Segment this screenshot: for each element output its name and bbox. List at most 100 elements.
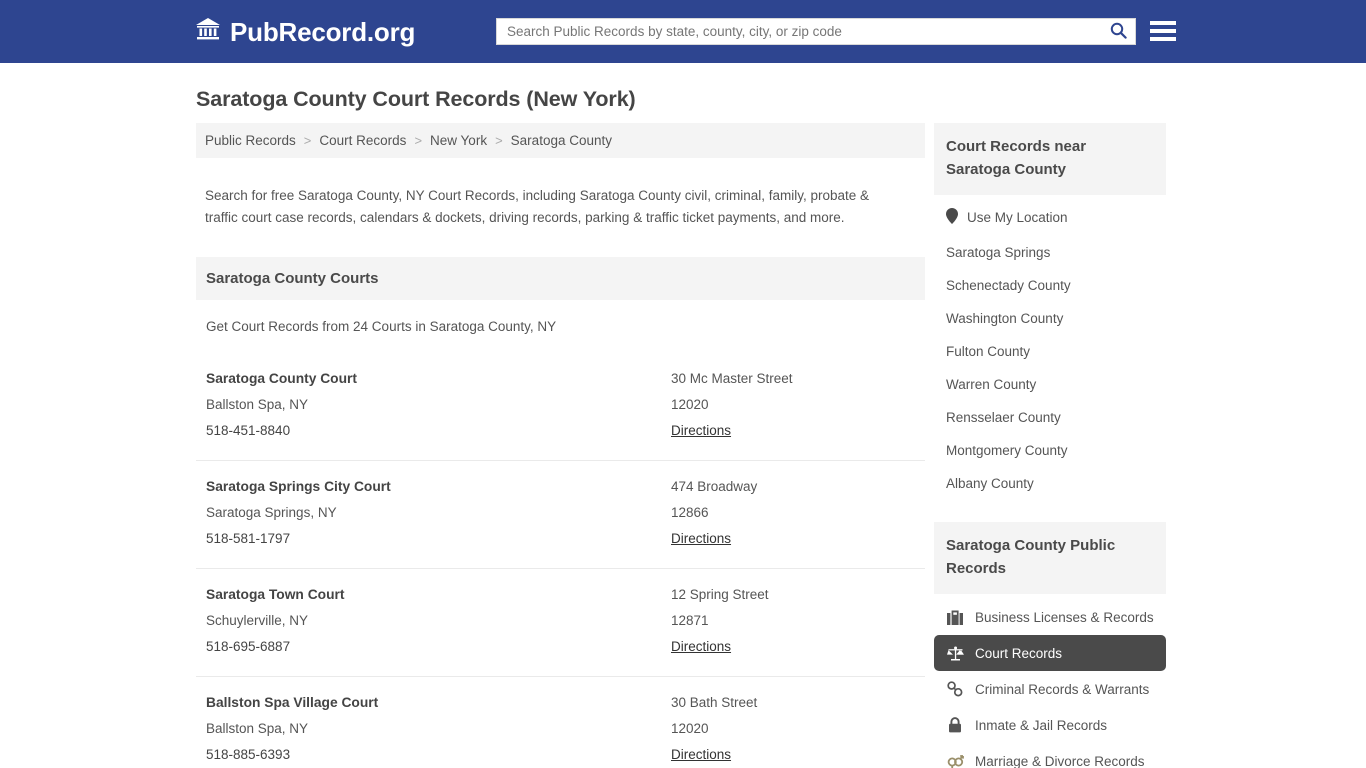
building-icon: [946, 608, 964, 626]
sidebar-item-label: Montgomery County: [946, 443, 1068, 458]
court-street: 30 Mc Master Street: [671, 366, 915, 392]
court-zip: 12871: [671, 608, 915, 634]
sidebar-item-label: Rensselaer County: [946, 410, 1061, 425]
court-zip: 12020: [671, 716, 915, 742]
court-info-right: 12 Spring Street 12871 Directions: [671, 582, 915, 660]
sidebar-item-albany-county[interactable]: Albany County: [934, 467, 1166, 500]
court-info-right: 30 Bath Street 12020 Directions: [671, 690, 915, 768]
breadcrumb-item-public-records[interactable]: Public Records: [205, 133, 296, 148]
court-name: Saratoga Springs City Court: [206, 474, 671, 500]
directions-link[interactable]: Directions: [671, 418, 731, 444]
hamburger-menu-icon-bar: [1150, 37, 1176, 41]
court-city: Ballston Spa, NY: [206, 716, 671, 742]
sidebar-item-label: Court Records: [975, 646, 1062, 661]
hamburger-menu-button[interactable]: [1150, 18, 1176, 44]
page-intro-text: Search for free Saratoga County, NY Cour…: [196, 172, 908, 229]
map-pin-icon: [946, 208, 958, 227]
sidebar-item-court-records[interactable]: Court Records: [934, 635, 1166, 671]
table-row: Saratoga Springs City Court Saratoga Spr…: [196, 460, 925, 568]
search-input[interactable]: [497, 19, 1101, 44]
sidebar-item-montgomery-county[interactable]: Montgomery County: [934, 434, 1166, 467]
site-logo[interactable]: PubRecord.org: [195, 17, 415, 46]
site-header: PubRecord.org: [0, 0, 1366, 63]
courts-section-heading: Saratoga County Courts: [196, 257, 925, 300]
court-info-left: Saratoga Springs City Court Saratoga Spr…: [206, 474, 671, 552]
court-list: Saratoga County Court Ballston Spa, NY 5…: [196, 353, 925, 768]
sidebar-item-marriage-divorce-records[interactable]: Marriage & Divorce Records: [934, 743, 1166, 768]
sidebar-item-label: Saratoga Springs: [946, 245, 1050, 260]
sidebar-item-criminal-records[interactable]: Criminal Records & Warrants: [934, 671, 1166, 707]
court-city: Saratoga Springs, NY: [206, 500, 671, 526]
page-title: Saratoga County Court Records (New York): [196, 87, 636, 112]
sidebar-item-warren-county[interactable]: Warren County: [934, 368, 1166, 401]
court-name: Saratoga County Court: [206, 366, 671, 392]
table-row: Saratoga County Court Ballston Spa, NY 5…: [196, 353, 925, 460]
breadcrumb-item-saratoga-county: Saratoga County: [511, 133, 612, 148]
lock-icon: [946, 716, 964, 734]
sidebar-item-label: Fulton County: [946, 344, 1030, 359]
breadcrumb: Public Records > Court Records > New Yor…: [196, 123, 925, 158]
directions-link[interactable]: Directions: [671, 742, 731, 768]
sidebar-item-fulton-county[interactable]: Fulton County: [934, 335, 1166, 368]
sidebar-nearby-list: Use My Location Saratoga Springs Schenec…: [934, 195, 1166, 500]
breadcrumb-separator: >: [296, 133, 320, 148]
sidebar-item-label: Washington County: [946, 311, 1063, 326]
breadcrumb-separator: >: [406, 133, 430, 148]
sidebar-item-label: Inmate & Jail Records: [975, 718, 1107, 733]
court-street: 474 Broadway: [671, 474, 915, 500]
breadcrumb-item-court-records[interactable]: Court Records: [319, 133, 406, 148]
search-bar: [496, 18, 1136, 45]
sidebar-item-label: Marriage & Divorce Records: [975, 754, 1145, 768]
search-button[interactable]: [1101, 19, 1135, 44]
table-row: Saratoga Town Court Schuylerville, NY 51…: [196, 568, 925, 676]
sidebar-item-rensselaer-county[interactable]: Rensselaer County: [934, 401, 1166, 434]
breadcrumb-separator: >: [487, 133, 511, 148]
court-phone: 518-695-6887: [206, 634, 671, 660]
hamburger-menu-icon-bar: [1150, 29, 1176, 33]
court-info-left: Saratoga Town Court Schuylerville, NY 51…: [206, 582, 671, 660]
sidebar-item-label: Criminal Records & Warrants: [975, 682, 1149, 697]
hamburger-menu-icon-bar: [1150, 21, 1176, 25]
gender-symbols-icon: [946, 752, 964, 768]
main-content-column: Public Records > Court Records > New Yor…: [196, 123, 925, 768]
sidebar-item-label: Schenectady County: [946, 278, 1071, 293]
court-name: Ballston Spa Village Court: [206, 690, 671, 716]
sidebar-item-inmate-jail-records[interactable]: Inmate & Jail Records: [934, 707, 1166, 743]
court-zip: 12866: [671, 500, 915, 526]
sidebar-item-label: Warren County: [946, 377, 1036, 392]
sidebar-item-schenectady-county[interactable]: Schenectady County: [934, 269, 1166, 302]
court-info-left: Saratoga County Court Ballston Spa, NY 5…: [206, 366, 671, 444]
table-row: Ballston Spa Village Court Ballston Spa,…: [196, 676, 925, 768]
sidebar-nearby-heading: Court Records near Saratoga County: [934, 123, 1166, 195]
sidebar-item-use-my-location[interactable]: Use My Location: [934, 199, 1166, 236]
breadcrumb-item-new-york[interactable]: New York: [430, 133, 487, 148]
handcuffs-icon: [946, 680, 964, 698]
court-phone: 518-451-8840: [206, 418, 671, 444]
search-icon: [1110, 22, 1127, 42]
courts-section-subheading: Get Court Records from 24 Courts in Sara…: [196, 300, 925, 334]
directions-link[interactable]: Directions: [671, 526, 731, 552]
sidebar-item-label: Business Licenses & Records: [975, 610, 1154, 625]
court-name: Saratoga Town Court: [206, 582, 671, 608]
sidebar-item-washington-county[interactable]: Washington County: [934, 302, 1166, 335]
bank-icon: [195, 17, 221, 46]
directions-link[interactable]: Directions: [671, 634, 731, 660]
court-info-right: 30 Mc Master Street 12020 Directions: [671, 366, 915, 444]
sidebar-public-records-list: Business Licenses & Records Court Record…: [934, 594, 1166, 768]
court-info-left: Ballston Spa Village Court Ballston Spa,…: [206, 690, 671, 768]
sidebar: Court Records near Saratoga County Use M…: [934, 123, 1166, 768]
sidebar-item-label: Albany County: [946, 476, 1034, 491]
court-zip: 12020: [671, 392, 915, 418]
sidebar-item-business-licenses[interactable]: Business Licenses & Records: [934, 599, 1166, 635]
sidebar-item-label: Use My Location: [967, 210, 1068, 225]
scales-of-justice-icon: [946, 644, 964, 662]
court-street: 12 Spring Street: [671, 582, 915, 608]
court-phone: 518-885-6393: [206, 742, 671, 768]
court-street: 30 Bath Street: [671, 690, 915, 716]
court-city: Ballston Spa, NY: [206, 392, 671, 418]
court-phone: 518-581-1797: [206, 526, 671, 552]
sidebar-item-saratoga-springs[interactable]: Saratoga Springs: [934, 236, 1166, 269]
site-logo-text: PubRecord.org: [230, 19, 415, 45]
court-info-right: 474 Broadway 12866 Directions: [671, 474, 915, 552]
court-city: Schuylerville, NY: [206, 608, 671, 634]
